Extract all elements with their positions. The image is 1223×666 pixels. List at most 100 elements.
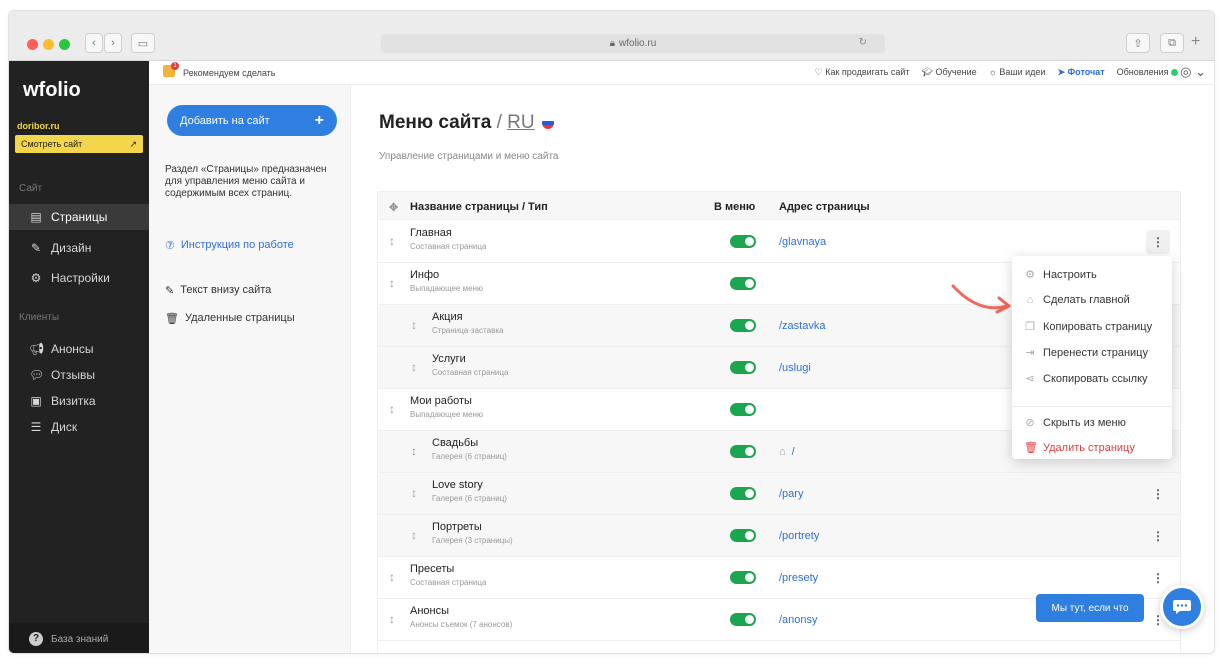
view-site-button[interactable]: Смотреть сайт ↗ bbox=[15, 135, 143, 153]
page-type: Галерея (6 страниц) bbox=[432, 494, 507, 503]
drag-handle-icon[interactable]: ↕ bbox=[411, 486, 417, 500]
page-name[interactable]: Мои работы bbox=[410, 395, 472, 407]
page-address[interactable]: /portrety bbox=[779, 530, 819, 542]
sidebar-item-announcements[interactable]: 📢︎ Анонсы bbox=[9, 336, 149, 362]
left-panel: Добавить на сайт + Раздел «Страницы» пре… bbox=[149, 85, 351, 653]
menu-item-trash[interactable]: 🗑︎ Удалить страницу bbox=[1024, 441, 1135, 455]
drag-handle-icon[interactable]: ↕ bbox=[389, 402, 395, 416]
drag-handle-icon[interactable]: ↕ bbox=[411, 360, 417, 374]
drag-handle-icon[interactable]: ↕ bbox=[389, 234, 395, 248]
minimize-window-button[interactable] bbox=[43, 39, 54, 50]
page-address[interactable]: /anonsy bbox=[779, 614, 818, 626]
user-menu-icon[interactable]: ◎ ⌄ bbox=[1180, 64, 1206, 80]
plus-icon: + bbox=[314, 111, 324, 129]
page-name[interactable]: Портреты bbox=[432, 521, 482, 533]
menu-item-move[interactable]: ⇥ Перенести страницу bbox=[1024, 346, 1148, 360]
address-bar[interactable]: 🔒︎ wfolio.ru ↻ bbox=[381, 34, 885, 53]
page-name[interactable]: Акция bbox=[432, 311, 463, 323]
drag-all-icon: ✥ bbox=[389, 202, 399, 214]
page-name[interactable]: Свадьбы bbox=[432, 437, 478, 449]
drag-handle-icon[interactable]: ↕ bbox=[389, 612, 395, 626]
updates-link[interactable]: Обновления bbox=[1117, 67, 1178, 78]
column-name: Название страницы / Тип bbox=[410, 201, 548, 213]
menu-item-share[interactable]: ⋖ Скопировать ссылку bbox=[1024, 372, 1147, 386]
site-domain[interactable]: doribor.ru bbox=[17, 121, 60, 131]
in-menu-toggle[interactable] bbox=[730, 235, 756, 248]
page-address[interactable]: /uslugi bbox=[779, 362, 811, 374]
sidebar-item-pages[interactable]: ▤ Страницы bbox=[9, 204, 149, 230]
menu-item-hide[interactable]: ⊘ Скрыть из меню bbox=[1024, 416, 1125, 430]
sidebar-item-design[interactable]: ✎ Дизайн bbox=[9, 235, 149, 261]
chat-icon: 💬︎ bbox=[29, 368, 45, 382]
back-button[interactable]: ‹ bbox=[85, 33, 103, 53]
sidebar-item-settings[interactable]: ⚙ Настройки bbox=[9, 265, 149, 291]
page-address[interactable]: /glavnaya bbox=[779, 236, 826, 248]
tabs-button[interactable]: ⧉ bbox=[1160, 33, 1184, 53]
page-address[interactable]: ⌂ / bbox=[779, 446, 795, 458]
logo: wfolio bbox=[23, 79, 81, 101]
graduation-icon: 🎓︎ bbox=[921, 67, 936, 77]
in-menu-toggle[interactable] bbox=[730, 571, 756, 584]
menu-item-gear[interactable]: ⚙ Настроить bbox=[1024, 268, 1097, 282]
sidebar-item-card[interactable]: ▣ Визитка bbox=[9, 388, 149, 414]
table-row[interactable]: ↕ Пресеты Составная страница/presety ⋮ bbox=[378, 557, 1180, 599]
page-name[interactable]: Главная bbox=[410, 227, 452, 239]
drag-handle-icon[interactable]: ↕ bbox=[411, 444, 417, 458]
add-to-site-button[interactable]: Добавить на сайт + bbox=[167, 105, 337, 136]
in-menu-toggle[interactable] bbox=[730, 613, 756, 626]
row-menu-icon[interactable]: ⋮ bbox=[1146, 524, 1170, 548]
menu-item-copy[interactable]: ❐ Копировать страницу bbox=[1024, 320, 1152, 334]
in-menu-toggle[interactable] bbox=[730, 277, 756, 290]
page-address[interactable]: /zastavka bbox=[779, 320, 825, 332]
sidebar-item-label: Настройки bbox=[51, 271, 110, 285]
row-menu-icon[interactable]: ⋮ bbox=[1146, 230, 1170, 254]
in-menu-toggle[interactable] bbox=[730, 361, 756, 374]
in-menu-toggle[interactable] bbox=[730, 487, 756, 500]
new-tab-icon[interactable]: + bbox=[1191, 33, 1200, 51]
drag-handle-icon[interactable]: ↕ bbox=[411, 318, 417, 332]
instruction-link[interactable]: ⑦ Инструкция по работе bbox=[165, 239, 294, 252]
in-menu-toggle[interactable] bbox=[730, 529, 756, 542]
table-row[interactable]: ↕ Портреты Галерея (3 страницы) /portrety ⋮ bbox=[378, 515, 1180, 557]
menu-item-home[interactable]: ⌂ Сделать главной bbox=[1024, 294, 1130, 306]
forward-button[interactable]: › bbox=[104, 33, 122, 53]
chat-bubble-label[interactable]: Мы тут, если что bbox=[1036, 594, 1144, 622]
sidebar-item-label: Отзывы bbox=[51, 368, 95, 382]
copy-icon: ❐ bbox=[1025, 321, 1035, 333]
table-row[interactable]: ↕ Love story Галерея (6 страниц) /pary ⋮ bbox=[378, 473, 1180, 515]
knowledge-base-link[interactable]: ? База знаний bbox=[9, 623, 149, 653]
chat-button[interactable] bbox=[1160, 585, 1204, 629]
promote-link[interactable]: ♡ Как продвигать сайт bbox=[815, 67, 910, 78]
page-name[interactable]: Love story bbox=[432, 479, 483, 491]
in-menu-toggle[interactable] bbox=[730, 319, 756, 332]
drag-handle-icon[interactable]: ↕ bbox=[389, 276, 395, 290]
photochat-link[interactable]: ➤ Фоточат bbox=[1057, 67, 1104, 78]
row-menu-icon[interactable]: ⋮ bbox=[1146, 482, 1170, 506]
drag-handle-icon[interactable]: ↕ bbox=[389, 570, 395, 584]
row-menu-icon[interactable]: ⋮ bbox=[1146, 566, 1170, 590]
page-address[interactable]: /presety bbox=[779, 572, 818, 584]
telegram-icon: ➤ bbox=[1057, 67, 1068, 77]
page-name[interactable]: Услуги bbox=[432, 353, 466, 365]
in-menu-toggle[interactable] bbox=[730, 445, 756, 458]
drag-handle-icon[interactable]: ↕ bbox=[411, 528, 417, 542]
reload-icon[interactable]: ↻ bbox=[859, 37, 867, 48]
share-button[interactable]: ⇧ bbox=[1126, 33, 1150, 53]
page-address[interactable]: /pary bbox=[779, 488, 803, 500]
maximize-window-button[interactable] bbox=[59, 39, 70, 50]
close-window-button[interactable] bbox=[27, 39, 38, 50]
recommend-link[interactable]: Рекомендуем сделать bbox=[183, 68, 276, 78]
footer-text-link[interactable]: ✎ Текст внизу сайта bbox=[165, 284, 271, 297]
language-switcher[interactable]: RU bbox=[507, 112, 534, 133]
deleted-pages-link[interactable]: 🗑︎ Удаленные страницы bbox=[165, 312, 295, 325]
page-name[interactable]: Инфо bbox=[410, 269, 439, 281]
gear-icon: ⚙ bbox=[30, 271, 42, 285]
learning-link[interactable]: 🎓︎ Обучение bbox=[922, 67, 977, 78]
in-menu-toggle[interactable] bbox=[730, 403, 756, 416]
ideas-link[interactable]: ☼ Ваши идеи bbox=[989, 67, 1046, 78]
sidebar-toggle-button[interactable]: ▭ bbox=[131, 33, 155, 53]
page-name[interactable]: Пресеты bbox=[410, 563, 454, 575]
sidebar-item-reviews[interactable]: 💬︎ Отзывы bbox=[9, 362, 149, 388]
sidebar-item-disk[interactable]: ☰ Диск bbox=[9, 414, 149, 440]
page-name[interactable]: Анонсы bbox=[410, 605, 449, 617]
